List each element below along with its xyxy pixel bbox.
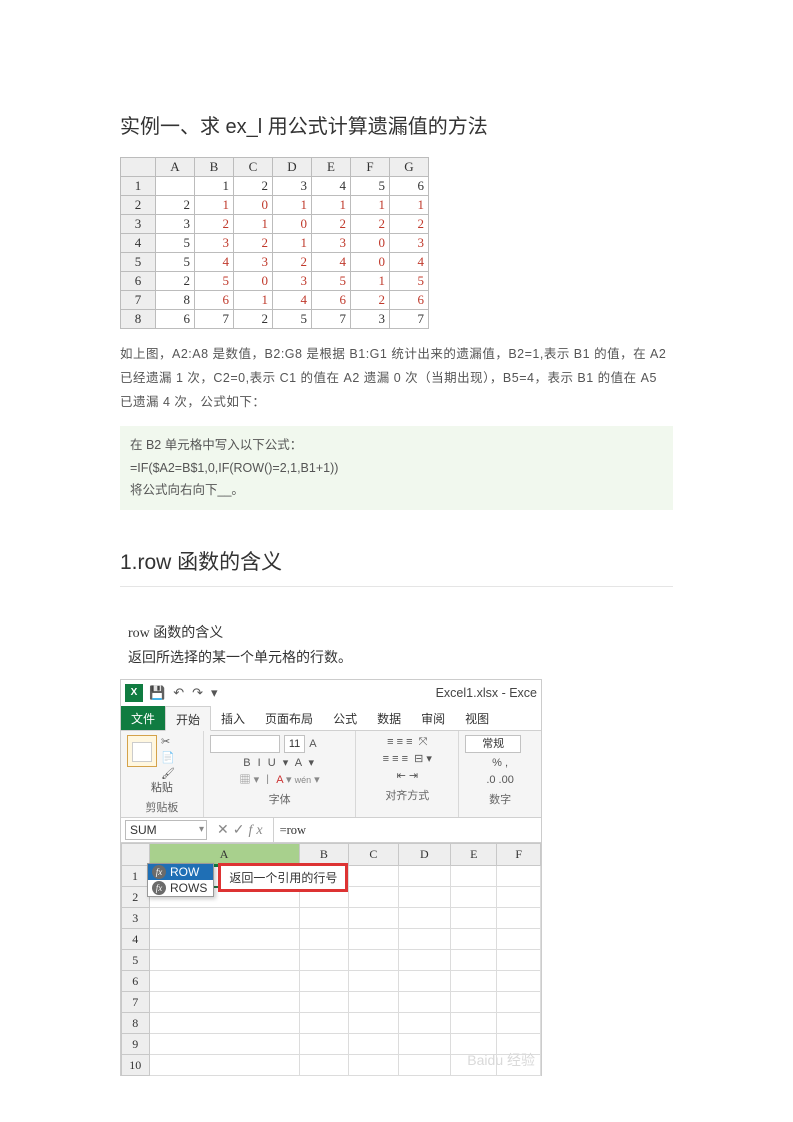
tab-insert[interactable]: 插入 xyxy=(211,706,255,730)
qat-more-icon[interactable]: ▾ xyxy=(211,685,218,701)
font-name-box[interactable] xyxy=(210,735,280,753)
number-format-box[interactable]: 常规 xyxy=(465,735,521,753)
suggest-tooltip: 返回一个引用的行号 xyxy=(218,863,348,892)
cancel-icon[interactable]: ✕ xyxy=(217,821,233,837)
explanation-paragraph: 如上图，A2:A8 是数值，B2:G8 是根据 B1:G1 统计出来的遗漏值，B… xyxy=(120,343,673,414)
worksheet[interactable]: ABCDEF1=row2345678910 fx ROW fx ROWS 返回一… xyxy=(121,843,541,1076)
font-size-box[interactable]: 11 xyxy=(284,735,305,753)
excel-window: X 💾 ↶ ↷ ▾ Excel1.xlsx - Exce 文件 开始 插入 页面… xyxy=(120,679,542,1076)
paste-icon[interactable] xyxy=(127,735,157,767)
group-number: 常规 % , .0 .00 数字 xyxy=(459,731,541,817)
heading-row-function: 1.row 函数的含义 xyxy=(120,546,673,576)
font-grow-icon[interactable]: A xyxy=(309,737,316,751)
row-func-desc: row 函数的含义 返回所选择的某一个单元格的行数。 xyxy=(128,621,673,671)
title-bar: X 💾 ↶ ↷ ▾ Excel1.xlsx - Exce xyxy=(121,680,541,706)
tab-file[interactable]: 文件 xyxy=(121,706,165,730)
tab-view[interactable]: 视图 xyxy=(455,706,499,730)
tab-data[interactable]: 数据 xyxy=(367,706,411,730)
undo-icon[interactable]: ↶ xyxy=(173,685,184,701)
ribbon-tabs: 文件 开始 插入 页面布局 公式 数据 审阅 视图 xyxy=(121,706,541,731)
enter-icon[interactable]: ✓ xyxy=(233,821,249,837)
formula-suggest-popup: fx ROW fx ROWS 返回一个引用的行号 xyxy=(147,863,348,897)
suggest-item-row[interactable]: fx ROW xyxy=(148,864,213,880)
tab-review[interactable]: 审阅 xyxy=(411,706,455,730)
formula-line-3: 将公式向右向下__。 xyxy=(130,479,663,502)
divider xyxy=(120,586,673,587)
cut-icon[interactable]: ✂ xyxy=(161,735,170,749)
excel-icon: X xyxy=(125,684,143,702)
group-font: 11 A B I U ▾ A ▾ ▦ ▾ 〡 A ▾ wén ▾ 字体 xyxy=(204,731,357,817)
format-painter-icon[interactable]: 🖌 xyxy=(161,767,175,781)
tab-layout[interactable]: 页面布局 xyxy=(255,706,323,730)
fx-badge-icon: fx xyxy=(152,881,166,895)
group-align: ≡ ≡ ≡ ⤧ ≡ ≡ ≡ ⊟ ▾ ⇤ ⇥ 对齐方式 xyxy=(356,731,459,817)
fx-icon[interactable]: fx xyxy=(248,823,266,838)
copy-icon[interactable]: 📄 xyxy=(161,751,175,765)
tab-formula[interactable]: 公式 xyxy=(323,706,367,730)
formula-line-1: 在 B2 单元格中写入以下公式： xyxy=(130,434,663,457)
formula-box: 在 B2 单元格中写入以下公式： =IF($A2=B$1,0,IF(ROW()=… xyxy=(120,426,673,510)
heading-example-1: 实例一、求 ex_l 用公式计算遗漏值的方法 xyxy=(120,110,673,139)
tab-home[interactable]: 开始 xyxy=(165,706,211,731)
redo-icon[interactable]: ↷ xyxy=(192,685,203,701)
save-icon[interactable]: 💾 xyxy=(149,685,165,701)
formula-input[interactable]: =row xyxy=(273,818,541,842)
formula-line-2: =IF($A2=B$1,0,IF(ROW()=2,1,B1+1)) xyxy=(130,457,663,480)
suggest-item-rows[interactable]: fx ROWS xyxy=(148,880,213,896)
ribbon: ✂ 📄 🖌 粘贴 剪贴板 11 A B I U ▾ A ▾ ▦ ▾ 〡 A ▾ … xyxy=(121,731,541,818)
font-style-buttons[interactable]: B I U ▾ A ▾ xyxy=(210,756,350,770)
name-box[interactable]: SUM xyxy=(125,820,207,840)
formula-bar: SUM ✕✓fx =row xyxy=(121,818,541,843)
paste-label: 粘贴 xyxy=(127,781,197,795)
workbook-title: Excel1.xlsx - Exce xyxy=(436,686,537,700)
group-clipboard: ✂ 📄 🖌 粘贴 剪贴板 xyxy=(121,731,204,817)
table-1: ABCDEFG112345622101111332102224532130355… xyxy=(120,157,673,329)
fx-badge-icon: fx xyxy=(152,865,166,879)
